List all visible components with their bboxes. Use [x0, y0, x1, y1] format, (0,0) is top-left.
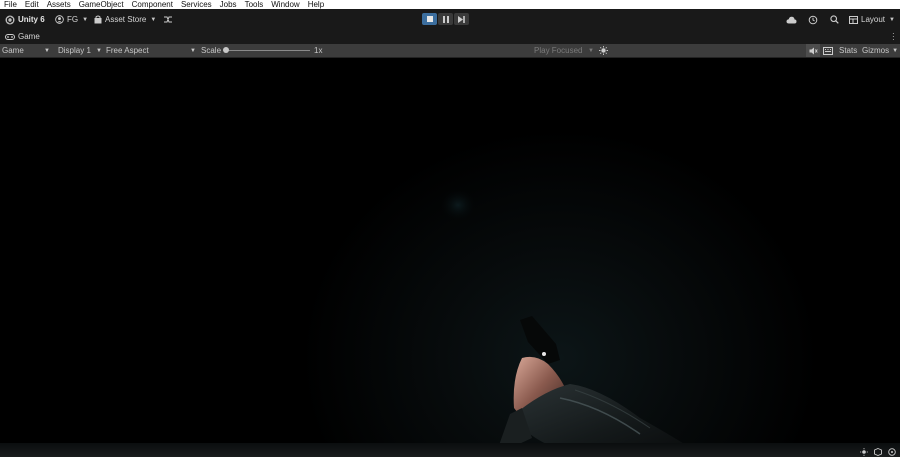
history-icon: [808, 15, 818, 24]
chevron-down-icon: ▼: [588, 47, 594, 54]
chevron-down-icon: ▼: [892, 47, 899, 54]
game-view-toolbar: Game ▼ Display 1 ▼ Free Aspect ▼ Scale 1…: [0, 44, 900, 58]
search-icon: [830, 15, 839, 24]
menu-jobs[interactable]: Jobs: [216, 0, 241, 9]
unity-version-label: Unity 6: [18, 15, 45, 24]
status-circle-icon[interactable]: [888, 448, 896, 456]
game-tab-bar: Game · · ·: [0, 30, 900, 44]
account-icon: [55, 15, 64, 24]
display-dropdown[interactable]: Display 1 ▼: [58, 44, 102, 57]
floor-strip: [0, 443, 900, 457]
play-button[interactable]: [422, 13, 437, 25]
status-bar-icons: [860, 448, 896, 456]
layout-label: Layout: [861, 15, 886, 24]
play-mode-dropdown[interactable]: Play Focused ▼: [534, 44, 594, 57]
menu-bar: File Edit Assets GameObject Component Se…: [0, 0, 900, 9]
aspect-label: Free Aspect: [106, 46, 149, 55]
aspect-dropdown[interactable]: Free Aspect ▼: [106, 44, 196, 57]
keyboard-shortcuts-button[interactable]: [823, 44, 833, 57]
chevron-down-icon: ▼: [82, 16, 89, 23]
main-toolbar: Unity 6 FG ▼ Asset Store ▼ Layout ▼: [0, 9, 900, 30]
sun-icon: [599, 46, 608, 55]
version-control-icon: [164, 16, 172, 23]
play-controls: [422, 13, 469, 25]
pause-icon: [442, 15, 449, 23]
speaker-icon: [809, 47, 818, 54]
search-button[interactable]: [830, 9, 839, 30]
stop-icon: [426, 16, 433, 22]
package-icon[interactable]: [874, 448, 882, 456]
chevron-down-icon: ▼: [44, 47, 50, 54]
first-person-hand-holding-gun: [438, 187, 694, 450]
step-button[interactable]: [454, 13, 469, 25]
menu-edit[interactable]: Edit: [21, 0, 43, 9]
history-button[interactable]: [808, 9, 818, 30]
step-icon: [458, 15, 465, 23]
shopping-bag-icon: [94, 15, 102, 24]
menu-help[interactable]: Help: [304, 0, 328, 9]
tab-game-label: Game: [18, 32, 40, 41]
chevron-down-icon: ▼: [96, 47, 102, 54]
asset-store-dropdown[interactable]: Asset Store ▼: [94, 9, 156, 30]
scale-label: Scale: [201, 46, 222, 55]
menu-gameobject[interactable]: GameObject: [75, 0, 128, 9]
version-control-button[interactable]: [163, 9, 173, 30]
layout-icon: [849, 15, 858, 24]
menu-services[interactable]: Services: [177, 0, 216, 9]
view-type-dropdown[interactable]: Game ▼: [2, 44, 52, 57]
menu-window[interactable]: Window: [267, 0, 303, 9]
menu-tools[interactable]: Tools: [241, 0, 268, 9]
view-type-label: Game: [2, 46, 24, 55]
unity-logo-icon: [5, 15, 15, 24]
scale-slider-thumb[interactable]: [223, 47, 229, 53]
account-label: FG: [67, 15, 79, 24]
menu-component[interactable]: Component: [128, 0, 177, 9]
unity-version-button[interactable]: Unity 6: [5, 9, 45, 30]
scale-slider-track[interactable]: [226, 50, 310, 51]
account-dropdown[interactable]: FG ▼: [55, 9, 88, 30]
menu-assets[interactable]: Assets: [43, 0, 75, 9]
chevron-down-icon: ▼: [190, 47, 196, 54]
lighting-icon[interactable]: [860, 448, 868, 456]
gizmos-label: Gizmos: [862, 46, 890, 55]
stats-button[interactable]: Stats: [839, 44, 857, 57]
scale-value: 1x: [314, 46, 323, 55]
chevron-down-icon: ▼: [150, 16, 157, 23]
cloud-icon: [786, 16, 797, 23]
display-label: Display 1: [58, 46, 91, 55]
chevron-down-icon: ▼: [889, 16, 895, 23]
play-mode-label: Play Focused: [534, 46, 583, 55]
layout-dropdown[interactable]: Layout ▼: [849, 9, 895, 30]
asset-store-label: Asset Store: [105, 15, 147, 24]
gizmos-dropdown[interactable]: Gizmos ▼: [862, 44, 898, 57]
game-viewport[interactable]: [0, 58, 900, 457]
keyboard-icon: [823, 46, 833, 55]
tab-game[interactable]: Game: [5, 32, 40, 41]
menu-file[interactable]: File: [0, 0, 21, 9]
gamepad-icon: [5, 33, 15, 40]
pause-button[interactable]: [438, 13, 453, 25]
cloud-button[interactable]: [786, 9, 797, 30]
audio-toggle-button[interactable]: [806, 44, 820, 57]
more-options-icon[interactable]: · · ·: [892, 30, 895, 44]
mute-audio-button[interactable]: [599, 44, 608, 57]
